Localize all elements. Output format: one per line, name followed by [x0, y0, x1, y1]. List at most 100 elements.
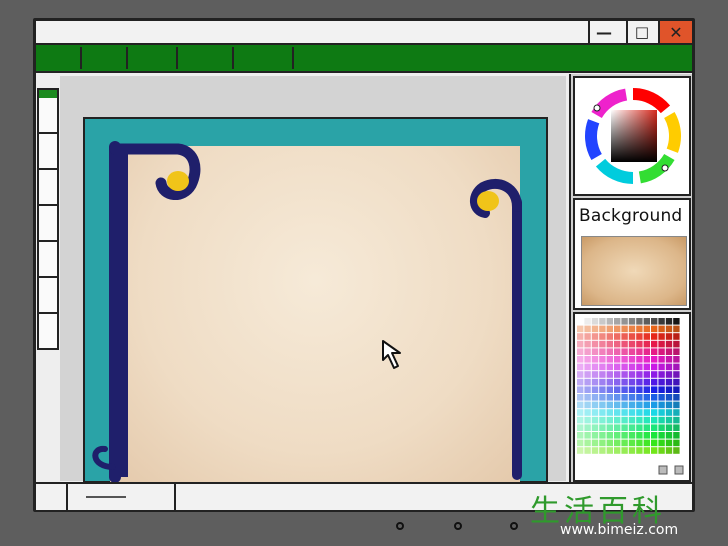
hue-handle[interactable]	[593, 104, 601, 112]
color-swatch[interactable]	[591, 401, 599, 409]
color-swatch[interactable]	[628, 318, 636, 325]
color-swatch[interactable]	[621, 318, 628, 325]
color-swatch[interactable]	[584, 386, 591, 393]
color-swatch[interactable]	[673, 416, 680, 424]
color-swatch[interactable]	[643, 386, 650, 393]
color-swatch[interactable]	[673, 394, 680, 401]
color-swatch[interactable]	[614, 416, 621, 424]
color-swatch[interactable]	[636, 356, 643, 363]
color-swatch[interactable]	[636, 424, 643, 431]
color-swatch[interactable]	[599, 318, 606, 325]
color-swatch[interactable]	[665, 371, 673, 378]
color-swatch[interactable]	[628, 439, 636, 447]
color-swatch[interactable]	[673, 333, 680, 340]
color-swatch[interactable]	[636, 439, 643, 447]
color-swatch[interactable]	[673, 439, 680, 447]
color-swatch[interactable]	[621, 371, 628, 378]
color-swatch[interactable]	[636, 333, 643, 340]
color-swatch[interactable]	[577, 401, 584, 409]
color-swatch[interactable]	[651, 348, 658, 355]
color-swatch[interactable]	[614, 325, 621, 333]
color-swatch[interactable]	[651, 363, 658, 371]
color-swatch[interactable]	[636, 432, 643, 439]
color-swatch[interactable]	[665, 356, 673, 363]
color-swatch[interactable]	[673, 318, 680, 325]
color-swatch[interactable]	[577, 325, 584, 333]
color-swatch[interactable]	[614, 439, 621, 447]
tool-slot-6[interactable]	[39, 278, 57, 314]
color-swatch[interactable]	[606, 386, 613, 393]
color-swatch[interactable]	[628, 424, 636, 431]
color-swatch[interactable]	[658, 318, 665, 325]
color-swatch[interactable]	[665, 340, 673, 348]
color-swatch[interactable]	[628, 363, 636, 371]
color-swatch[interactable]	[665, 318, 673, 325]
color-swatch[interactable]	[577, 439, 584, 447]
color-swatch[interactable]	[643, 432, 650, 439]
color-swatch[interactable]	[658, 348, 665, 355]
color-swatch[interactable]	[673, 356, 680, 363]
color-swatch[interactable]	[591, 348, 599, 355]
color-swatch[interactable]	[651, 432, 658, 439]
color-swatch[interactable]	[599, 439, 606, 447]
color-swatch[interactable]	[591, 394, 599, 401]
color-swatch[interactable]	[614, 318, 621, 325]
color-swatch[interactable]	[614, 424, 621, 431]
color-swatch[interactable]	[673, 363, 680, 371]
color-swatch[interactable]	[584, 432, 591, 439]
color-swatch[interactable]	[621, 378, 628, 386]
color-swatch[interactable]	[591, 356, 599, 363]
color-swatch[interactable]	[584, 363, 591, 371]
color-swatch[interactable]	[621, 333, 628, 340]
color-swatch[interactable]	[584, 371, 591, 378]
background-layer-panel[interactable]: Background	[573, 198, 691, 310]
color-swatch[interactable]	[628, 409, 636, 416]
color-swatch[interactable]	[673, 325, 680, 333]
color-swatch[interactable]	[628, 325, 636, 333]
color-swatch[interactable]	[584, 394, 591, 401]
color-swatch[interactable]	[643, 401, 650, 409]
color-swatch[interactable]	[577, 378, 584, 386]
color-swatch[interactable]	[665, 432, 673, 439]
color-swatch[interactable]	[673, 386, 680, 393]
color-swatch[interactable]	[591, 325, 599, 333]
color-swatch[interactable]	[621, 340, 628, 348]
color-swatch[interactable]	[658, 325, 665, 333]
color-swatch[interactable]	[614, 348, 621, 355]
color-swatch[interactable]	[621, 424, 628, 431]
color-swatch[interactable]	[658, 394, 665, 401]
color-swatch[interactable]	[643, 318, 650, 325]
color-swatch[interactable]	[673, 447, 680, 454]
color-swatch[interactable]	[614, 340, 621, 348]
color-swatch[interactable]	[628, 340, 636, 348]
color-swatch[interactable]	[584, 416, 591, 424]
color-swatch[interactable]	[577, 356, 584, 363]
color-swatch[interactable]	[658, 409, 665, 416]
color-swatch[interactable]	[606, 447, 613, 454]
color-swatch[interactable]	[577, 348, 584, 355]
color-swatch[interactable]	[599, 401, 606, 409]
color-swatch[interactable]	[643, 416, 650, 424]
color-swatch[interactable]	[636, 348, 643, 355]
color-swatch[interactable]	[643, 340, 650, 348]
color-wheel[interactable]	[575, 78, 689, 194]
color-swatch[interactable]	[665, 333, 673, 340]
color-swatch[interactable]	[636, 325, 643, 333]
color-swatch[interactable]	[673, 378, 680, 386]
color-swatch[interactable]	[606, 416, 613, 424]
color-swatch[interactable]	[665, 378, 673, 386]
color-swatch[interactable]	[591, 340, 599, 348]
color-swatch[interactable]	[643, 333, 650, 340]
trash-icon[interactable]	[674, 465, 684, 475]
color-swatch[interactable]	[614, 363, 621, 371]
color-swatch[interactable]	[584, 409, 591, 416]
color-swatch[interactable]	[643, 363, 650, 371]
color-swatch[interactable]	[665, 394, 673, 401]
color-swatch[interactable]	[628, 371, 636, 378]
color-swatch[interactable]	[636, 363, 643, 371]
color-swatch[interactable]	[606, 356, 613, 363]
color-swatch[interactable]	[651, 386, 658, 393]
color-swatch[interactable]	[599, 416, 606, 424]
color-swatch[interactable]	[599, 394, 606, 401]
color-swatch[interactable]	[651, 447, 658, 454]
